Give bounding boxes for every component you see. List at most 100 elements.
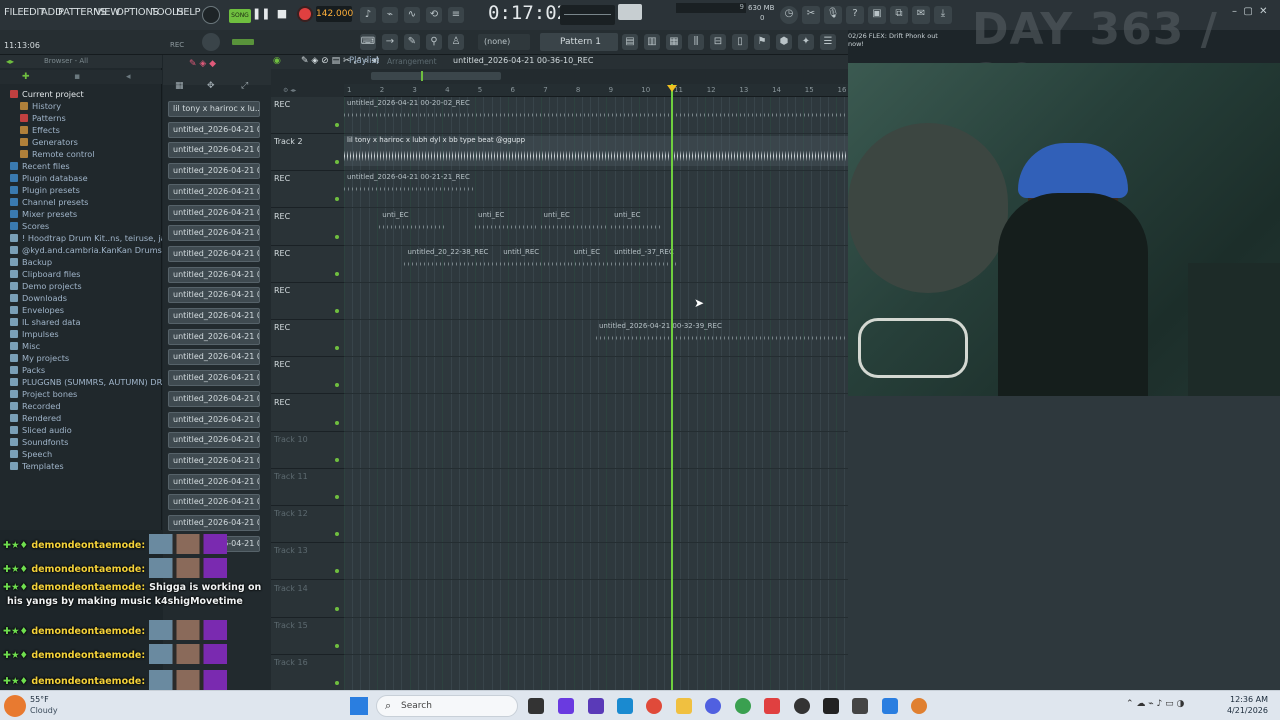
weather-icon[interactable]	[4, 695, 26, 717]
browser-item[interactable]: Plugin database	[0, 173, 162, 185]
track-mute-led[interactable]	[335, 606, 339, 611]
playlist-icon[interactable]: ▤	[622, 34, 638, 50]
channel-button[interactable]: untitled_2026-04-21 00-	[168, 225, 260, 242]
track-header[interactable]: Track 2	[271, 134, 344, 172]
pitch-knob[interactable]	[202, 33, 220, 51]
browser-item[interactable]: Remote control	[0, 149, 162, 161]
track-header[interactable]: Track 12	[271, 506, 344, 544]
chat-icon[interactable]: ✉	[912, 6, 930, 24]
browser-item[interactable]: Packs	[0, 365, 162, 377]
link-icon[interactable]: ⚲	[426, 34, 442, 50]
clock-icon[interactable]: ◷	[780, 6, 798, 24]
taskbar-search[interactable]: ⌕ Search	[376, 695, 518, 717]
master-volume-knob[interactable]	[618, 4, 642, 20]
track-header[interactable]: REC	[271, 209, 344, 246]
browser-item[interactable]: Speech	[0, 449, 162, 461]
track-mute-led[interactable]	[335, 643, 339, 648]
audio-clip[interactable]: lil tony x hariroc x lubh dyl x bb type …	[344, 136, 848, 167]
channel-button[interactable]: untitled_2026-04-21 00-	[168, 204, 260, 221]
audio-clip[interactable]: unti_EC	[379, 211, 445, 233]
discord-icon[interactable]	[705, 698, 721, 714]
track-mute-led[interactable]	[335, 569, 339, 574]
arrow-right-icon[interactable]: →	[382, 34, 398, 50]
task-view-icon[interactable]	[528, 698, 544, 714]
track-header[interactable]: REC	[271, 97, 344, 134]
playlist-arrow-icon[interactable]: ◉	[273, 56, 281, 66]
windows-start-icon[interactable]	[350, 697, 368, 715]
browser-item[interactable]: IL shared data	[0, 317, 162, 329]
channel-button[interactable]: untitled_2026-04-21 00-	[168, 245, 260, 262]
playhead[interactable]	[671, 84, 673, 690]
download-icon[interactable]: ⤓	[934, 6, 952, 24]
browser-item[interactable]: Effects	[0, 125, 162, 137]
track-mute-led[interactable]	[335, 271, 339, 276]
channel-button[interactable]: untitled_2026-04-21 00-	[168, 432, 260, 449]
track-header[interactable]: REC	[271, 246, 344, 283]
track-mute-led[interactable]	[335, 681, 339, 685]
channel-button[interactable]: untitled_2026-04-21 00-	[168, 515, 260, 531]
plugin-icon[interactable]: ⧉	[890, 6, 908, 24]
scroll-overview-handle[interactable]	[371, 72, 501, 80]
tray-icons[interactable]: ⌃ ☁ ⌁ ♪ ▭ ◑	[1126, 699, 1184, 709]
channel-button[interactable]: untitled_2026-04-21 00-	[168, 473, 260, 490]
cut-icon[interactable]: ✂	[802, 6, 820, 24]
track-header[interactable]: Track 15	[271, 618, 344, 655]
channel-button[interactable]: lil tony x hariroc x lu..	[168, 101, 260, 117]
browser-item[interactable]: Backup	[0, 257, 162, 269]
edge-icon[interactable]	[617, 698, 633, 714]
track-header[interactable]: Track 14	[271, 581, 344, 618]
audio-clip[interactable]: untitled_2026-04-21 00-32-39_REC	[596, 322, 848, 344]
channel-button[interactable]: untitled_2026-04-21 00-	[168, 183, 260, 200]
track-mute-led[interactable]	[335, 532, 339, 537]
browser-item[interactable]: PLUGGNB (SUMMRS, AUTUMN) DRUMKIT	[0, 377, 162, 389]
browser-item[interactable]: My projects	[0, 353, 162, 365]
browser-item[interactable]: Demo projects	[0, 281, 162, 293]
channel-button[interactable]: untitled_2026-04-21 00-	[168, 390, 260, 407]
channel-button[interactable]: untitled_2026-04-21 00-	[168, 349, 260, 366]
audio-clip[interactable]: untitled_20_22-38_REC	[404, 248, 501, 270]
copilot-icon[interactable]	[558, 698, 574, 714]
browser-item[interactable]: ! Hoodtrap Drum Kit..ns, teiruse, jai) (…	[0, 233, 162, 245]
browser-item[interactable]: Recent files	[0, 161, 162, 173]
pattern-tools-icon[interactable]: ✎ ◈ ◆	[189, 59, 216, 69]
track-mute-led[interactable]	[335, 346, 339, 351]
audio-clip[interactable]: unti_EC	[540, 211, 607, 233]
plugin-picker-icon[interactable]: ▯	[732, 34, 748, 50]
channel-button[interactable]: untitled_2026-04-21 00-	[168, 328, 260, 345]
browser-item[interactable]: Current project	[0, 89, 162, 101]
notes-icon[interactable]: ☰	[820, 34, 836, 50]
browser-item[interactable]: Generators	[0, 137, 162, 149]
window-controls[interactable]: – ▢ ✕	[1232, 6, 1268, 17]
track-header[interactable]: REC	[271, 395, 344, 432]
audio-clip[interactable]: untitled_-37_REC	[611, 248, 677, 270]
stamp-icon[interactable]: ♙	[448, 34, 464, 50]
channel-button[interactable]: untitled_2026-04-21 00-	[168, 494, 260, 511]
tempo-display[interactable]: 142.000	[316, 6, 353, 22]
channel-button[interactable]: untitled_2026-04-21 00-	[168, 411, 260, 428]
audio-clip[interactable]: untitled_2026-04-21 00-20-02_REC	[344, 99, 848, 121]
chrome-icon[interactable]	[646, 698, 662, 714]
brush-icon[interactable]: ⬢	[776, 34, 792, 50]
move-icon[interactable]: ✥	[207, 81, 215, 91]
browser-item[interactable]: Plugin presets	[0, 185, 162, 197]
browser-item[interactable]: @kyd.and.cambria.KanKan DrumsLoopKit	[0, 245, 162, 257]
browser-item[interactable]: Channel presets	[0, 197, 162, 209]
browser-icon[interactable]: ⊟	[710, 34, 726, 50]
track-mute-led[interactable]	[335, 420, 339, 425]
channel-button[interactable]: untitled_2026-04-21 00-	[168, 370, 260, 387]
track-header[interactable]: Track 16	[271, 655, 344, 692]
media-player-icon[interactable]	[823, 698, 839, 714]
grid-icon[interactable]: ▦	[175, 81, 184, 91]
browser-item[interactable]: Envelopes	[0, 305, 162, 317]
track-mute-led[interactable]	[335, 495, 339, 499]
save-icon[interactable]: ▣	[868, 6, 886, 24]
pattern-song-icon[interactable]: ♪	[360, 7, 376, 23]
browser-item[interactable]: Scores	[0, 221, 162, 233]
channel-button[interactable]: untitled_2026-04-21 00-	[168, 452, 260, 469]
resize-icon[interactable]: ⤢	[241, 81, 248, 91]
star-icon[interactable]: ✚	[22, 72, 30, 82]
browser-item[interactable]: Mixer presets	[0, 209, 162, 221]
pitch-slider[interactable]	[232, 39, 254, 45]
audio-clip[interactable]: unti_EC	[475, 211, 536, 233]
browser-item[interactable]: Impulses	[0, 329, 162, 341]
